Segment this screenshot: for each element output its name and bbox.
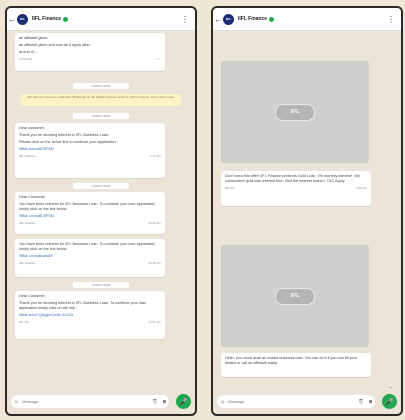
message-text: You have been referred for IIFL Business…: [19, 202, 155, 211]
chat-area: an affidavit given an affidavit given an…: [7, 31, 195, 391]
mic-icon: 🎤: [385, 398, 394, 406]
iifl-logo: IIFL: [275, 103, 315, 121]
scroll-down-icon[interactable]: ⌄: [389, 384, 393, 390]
message-input-bar[interactable]: ☺ Message ⎘ ◙: [11, 395, 169, 408]
mic-button[interactable]: 🎤: [176, 394, 191, 409]
chat-area: IIFL Don't miss this offer! IIFL Finance…: [213, 31, 401, 391]
avatar[interactable]: IIFL: [17, 13, 28, 25]
attach-icon[interactable]: ⎘: [153, 399, 157, 405]
promo-image[interactable]: IIFL: [221, 245, 369, 347]
message-bubble[interactable]: Hello, you could avail an instant busine…: [221, 353, 371, 377]
more-options-icon[interactable]: ⋮: [387, 15, 395, 24]
message-text: an affidavit given: [19, 36, 48, 40]
message-sender: IIFL Finance: [19, 221, 36, 225]
message-input[interactable]: Message: [22, 399, 150, 404]
message-time: 12:53 pm: [148, 221, 161, 225]
message-sender: IIFL Fin: [19, 320, 30, 324]
camera-icon[interactable]: ◙: [163, 399, 166, 405]
message-input[interactable]: Message: [228, 399, 356, 404]
chat-header: ← IIFL IIFL Finance ⋮: [213, 8, 401, 31]
message-bubble[interactable]: an affidavit given an affidavit given an…: [15, 33, 165, 71]
message-sender: IIFL Finance: [19, 154, 36, 158]
message-time: 1:48 pm: [356, 186, 367, 190]
contact-name[interactable]: IIFL Finance: [32, 16, 61, 22]
more-options-icon[interactable]: ⋮: [181, 15, 189, 24]
verified-badge-icon: [269, 16, 275, 22]
chat-header: ← IIFL IIFL Finance ⋮: [7, 8, 195, 31]
message-text: Thank you for showing interest in IIFL B…: [19, 301, 147, 310]
message-text: at end of ...: [19, 50, 38, 54]
message-time: 12:56 pm: [148, 261, 161, 265]
message-text: Dear Customer,: [19, 195, 46, 199]
contact-name[interactable]: IIFL Finance: [238, 16, 267, 22]
date-separator: 3 March 2024: [73, 113, 129, 119]
message-text: an affidavit given and how do it apply a…: [19, 43, 90, 47]
message-link[interactable]: iiflbiz.com/a8C5FSM: [19, 147, 161, 152]
read-receipt-icon: ✓✓: [155, 57, 161, 61]
message-sender: IIFL Fin: [225, 186, 236, 190]
right-phone-screenshot: ← IIFL IIFL Finance ⋮ IIFL Don't miss th…: [211, 6, 403, 416]
message-text: Please click on the below link to contin…: [19, 140, 118, 144]
date-separator: 5 March 2024: [73, 282, 129, 288]
attach-icon[interactable]: ⎘: [359, 399, 363, 405]
date-separator: 2 March 2024: [73, 83, 129, 89]
message-bubble[interactable]: Dear Customer, Thank you for showing int…: [15, 291, 165, 339]
date-separator: 4 March 2024: [73, 183, 129, 189]
message-bubble[interactable]: Don't miss this offer! IIFL Finance pres…: [221, 171, 371, 206]
message-bubble[interactable]: You have been referred for IIFL Business…: [15, 239, 165, 277]
verified-badge-icon: [63, 16, 69, 22]
message-text: You have been referred for IIFL Business…: [19, 242, 155, 251]
message-text: Don't miss this offer! IIFL Finance pres…: [225, 174, 360, 183]
iifl-logo: IIFL: [275, 287, 315, 305]
camera-icon[interactable]: ◙: [369, 399, 372, 405]
message-time: 1:17 pm: [150, 154, 161, 158]
message-input-bar[interactable]: ☺ Message ⎘ ◙: [217, 395, 375, 408]
back-arrow-icon[interactable]: ←: [7, 15, 17, 24]
left-phone-screenshot: ← IIFL IIFL Finance ⋮ an affidavit given…: [5, 6, 197, 416]
emoji-icon[interactable]: ☺: [220, 399, 225, 405]
avatar[interactable]: IIFL: [223, 13, 234, 25]
mic-button[interactable]: 🎤: [382, 394, 397, 409]
message-time: 12:51 PM: [19, 57, 32, 61]
message-sender: IIFL Finance: [19, 261, 36, 265]
message-text: Hello, you could avail an instant busine…: [225, 356, 357, 365]
message-link[interactable]: iiflbiz.com/a8C5FSM: [19, 214, 161, 219]
emoji-icon[interactable]: ☺: [14, 399, 19, 405]
verified-business-notice[interactable]: IIFL Finance has been verified by WhatsA…: [21, 94, 181, 106]
message-link[interactable]: iiflbiz.com/?QAygmCode=11203: [19, 313, 161, 318]
message-bubble[interactable]: Dear Customer, You have been referred fo…: [15, 192, 165, 234]
message-text: Dear customer,: [19, 126, 45, 130]
message-bubble[interactable]: Dear customer, Thank you for showing int…: [15, 123, 165, 178]
message-text: Dear Customer,: [19, 294, 46, 298]
message-link[interactable]: iiflbiz.com/a8vwtwM: [19, 254, 161, 259]
message-time: 12:51 pm: [148, 320, 161, 324]
back-arrow-icon[interactable]: ←: [213, 15, 223, 24]
mic-icon: 🎤: [179, 398, 188, 406]
message-text: Thank you for showing interest in IIFL B…: [19, 133, 110, 137]
promo-image[interactable]: IIFL: [221, 61, 369, 163]
